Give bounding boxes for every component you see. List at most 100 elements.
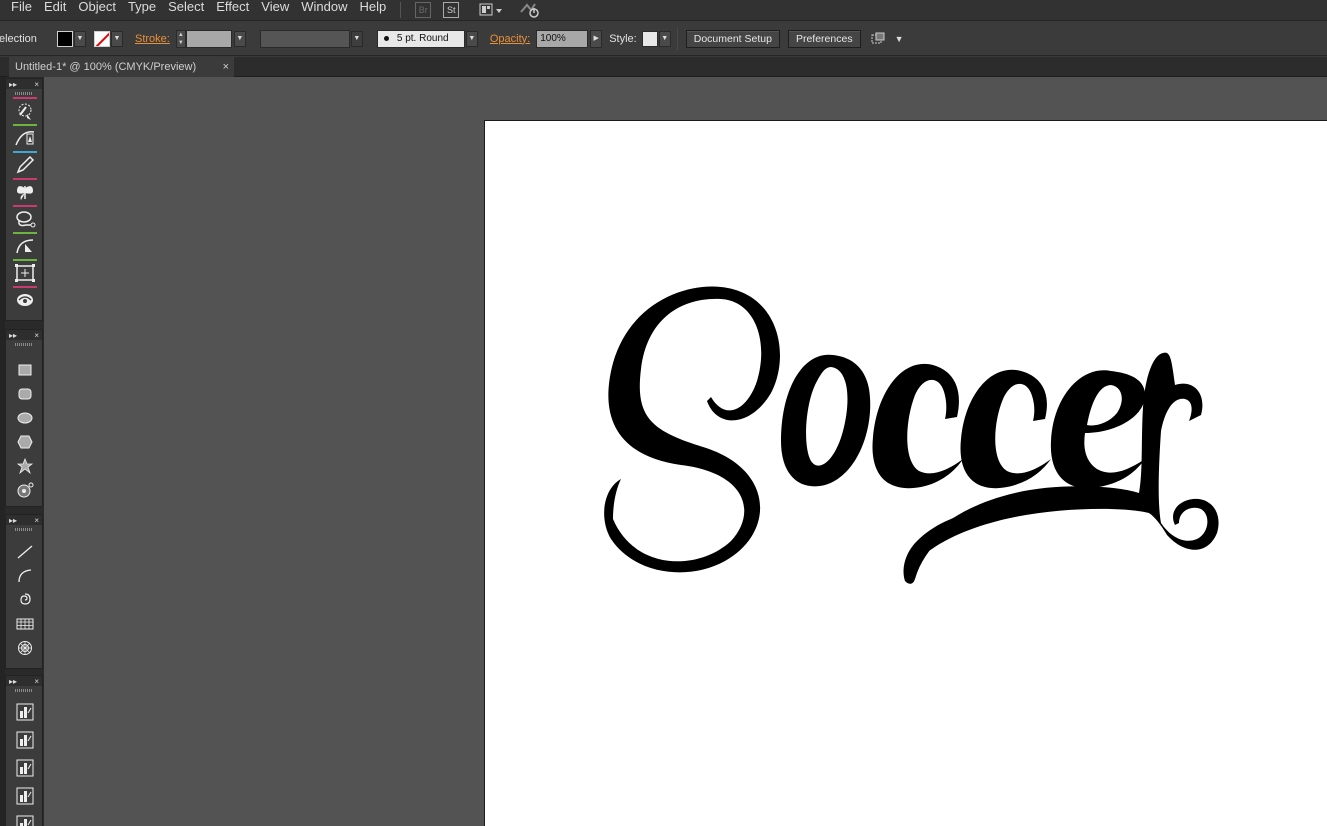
- polygon-icon: [17, 435, 33, 449]
- tool-anchor-point[interactable]: [6, 124, 44, 151]
- tool-polygon[interactable]: [6, 430, 44, 454]
- ellipse-icon: [17, 412, 33, 424]
- menu-object[interactable]: Object: [72, 0, 122, 21]
- brush-dropdown[interactable]: ▼: [465, 30, 478, 47]
- close-panel-icon[interactable]: ×: [34, 677, 39, 686]
- document-tab-title: Untitled-1* @ 100% (CMYK/Preview): [15, 61, 197, 73]
- close-panel-icon[interactable]: ×: [34, 80, 39, 89]
- menu-window[interactable]: Window: [295, 0, 353, 21]
- tool-lasso[interactable]: [6, 205, 44, 232]
- menu-select[interactable]: Select: [162, 0, 210, 21]
- rectangular-grid-icon: [16, 618, 34, 630]
- flare-icon: [17, 482, 34, 498]
- document-setup-button[interactable]: Document Setup: [685, 29, 780, 48]
- menu-edit[interactable]: Edit: [38, 0, 72, 21]
- stroke-swatch[interactable]: [94, 30, 110, 47]
- tool-arc[interactable]: [6, 564, 44, 588]
- tool-symbol-sprayer[interactable]: [6, 178, 44, 205]
- stock-icon[interactable]: St: [443, 2, 460, 18]
- tool-spiral[interactable]: [6, 588, 44, 612]
- tool-line-segment[interactable]: [6, 540, 44, 564]
- panel-grip[interactable]: [6, 686, 42, 694]
- tool-magic-wand[interactable]: [6, 97, 44, 124]
- opacity-label[interactable]: Opacity:: [490, 33, 530, 45]
- soccer-script-glyphs: [604, 286, 1219, 584]
- opacity-slider-arrow[interactable]: ▶: [590, 29, 603, 48]
- tool-rectangle[interactable]: [6, 358, 44, 382]
- fill-swatch[interactable]: [57, 30, 73, 47]
- expand-icon[interactable]: ▸▸: [9, 516, 17, 525]
- tool-line-graph[interactable]: [6, 810, 44, 826]
- artboard[interactable]: [484, 120, 1327, 826]
- panel-header[interactable]: ▸▸ ×: [6, 79, 42, 89]
- panel-grip[interactable]: [6, 340, 42, 348]
- stroke-label[interactable]: Stroke:: [135, 33, 170, 45]
- tool-free-transform[interactable]: [6, 259, 44, 286]
- gpu-performance-icon[interactable]: [519, 2, 541, 18]
- expand-icon[interactable]: ▸▸: [9, 331, 17, 340]
- brush-definition-field[interactable]: 5 pt. Round: [376, 29, 465, 48]
- stacked-bar-graph-icon: [16, 787, 34, 805]
- bar-graph-icon: [16, 759, 34, 777]
- menu-type[interactable]: Type: [122, 0, 162, 21]
- tool-stacked-bar-graph[interactable]: [6, 782, 44, 810]
- bridge-icon[interactable]: Br: [415, 2, 432, 18]
- variable-width-dropdown[interactable]: ▼: [350, 30, 363, 47]
- style-swatch[interactable]: [641, 30, 658, 47]
- tool-stacked-column-graph[interactable]: [6, 726, 44, 754]
- panel-header[interactable]: ▸▸ ×: [6, 515, 42, 525]
- menu-view[interactable]: View: [255, 0, 295, 21]
- rounded-rectangle-icon: [18, 388, 32, 400]
- soccer-lettering-artwork[interactable]: [485, 121, 1327, 826]
- letter-c-first: [872, 363, 963, 489]
- menu-help[interactable]: Help: [353, 0, 392, 21]
- magic-wand-icon: [18, 103, 32, 120]
- brush-value: 5 pt. Round: [396, 32, 449, 44]
- stroke-dropdown[interactable]: ▼: [111, 30, 123, 47]
- stroke-weight-stepper[interactable]: ▲ ▼: [175, 29, 186, 48]
- panel-header[interactable]: ▸▸ ×: [6, 676, 42, 686]
- document-tab[interactable]: Untitled-1* @ 100% (CMYK/Preview) ×: [9, 57, 234, 77]
- opacity-field[interactable]: 100%: [536, 29, 589, 48]
- panel-grip[interactable]: [6, 525, 42, 533]
- menu-bar: File Edit Object Type Select Effect View…: [0, 0, 1327, 21]
- perspective-grid-icon: [17, 293, 33, 306]
- illustrator-window: File Edit Object Type Select Effect View…: [0, 0, 1327, 826]
- anchor-point-icon: [15, 130, 35, 145]
- pasteboard[interactable]: [44, 77, 1327, 826]
- tool-rounded-rectangle[interactable]: [6, 382, 44, 406]
- menu-separator: [400, 2, 402, 18]
- tool-panel-lines: ▸▸ ×: [5, 514, 43, 669]
- tool-curvature[interactable]: [6, 232, 44, 259]
- variable-width-profile[interactable]: [259, 29, 350, 48]
- panel-grip[interactable]: [6, 89, 42, 97]
- control-panel-menu-icon[interactable]: ▼: [895, 34, 904, 44]
- close-panel-icon[interactable]: ×: [34, 516, 39, 525]
- expand-icon[interactable]: ▸▸: [9, 677, 17, 686]
- tool-pencil[interactable]: [6, 151, 44, 178]
- style-dropdown[interactable]: ▼: [658, 30, 671, 47]
- panel-header[interactable]: ▸▸ ×: [6, 330, 42, 340]
- stroke-weight-dropdown[interactable]: ▼: [233, 30, 246, 47]
- close-tab-icon[interactable]: ×: [223, 57, 229, 77]
- tool-column-graph[interactable]: [6, 698, 44, 726]
- tool-rectangular-grid[interactable]: [6, 612, 44, 636]
- brush-dot-icon: [383, 36, 389, 41]
- tool-flare[interactable]: [6, 478, 44, 502]
- expand-icon[interactable]: ▸▸: [9, 80, 17, 89]
- tool-star[interactable]: [6, 454, 44, 478]
- document-tab-bar: Untitled-1* @ 100% (CMYK/Preview) ×: [0, 57, 1327, 77]
- fill-dropdown[interactable]: ▼: [74, 30, 86, 47]
- menu-effect[interactable]: Effect: [210, 0, 255, 21]
- tool-bar-graph[interactable]: [6, 754, 44, 782]
- isolate-object-icon[interactable]: [871, 31, 887, 47]
- menu-file[interactable]: File: [0, 0, 38, 21]
- tool-polar-grid[interactable]: [6, 636, 44, 660]
- preferences-button[interactable]: Preferences: [787, 29, 861, 48]
- tool-panel-graphs: ▸▸ ×: [5, 675, 43, 826]
- arrange-documents-icon[interactable]: [479, 2, 503, 18]
- stroke-weight-field[interactable]: [185, 29, 232, 48]
- close-panel-icon[interactable]: ×: [34, 331, 39, 340]
- tool-ellipse[interactable]: [6, 406, 44, 430]
- tool-perspective[interactable]: [6, 286, 44, 313]
